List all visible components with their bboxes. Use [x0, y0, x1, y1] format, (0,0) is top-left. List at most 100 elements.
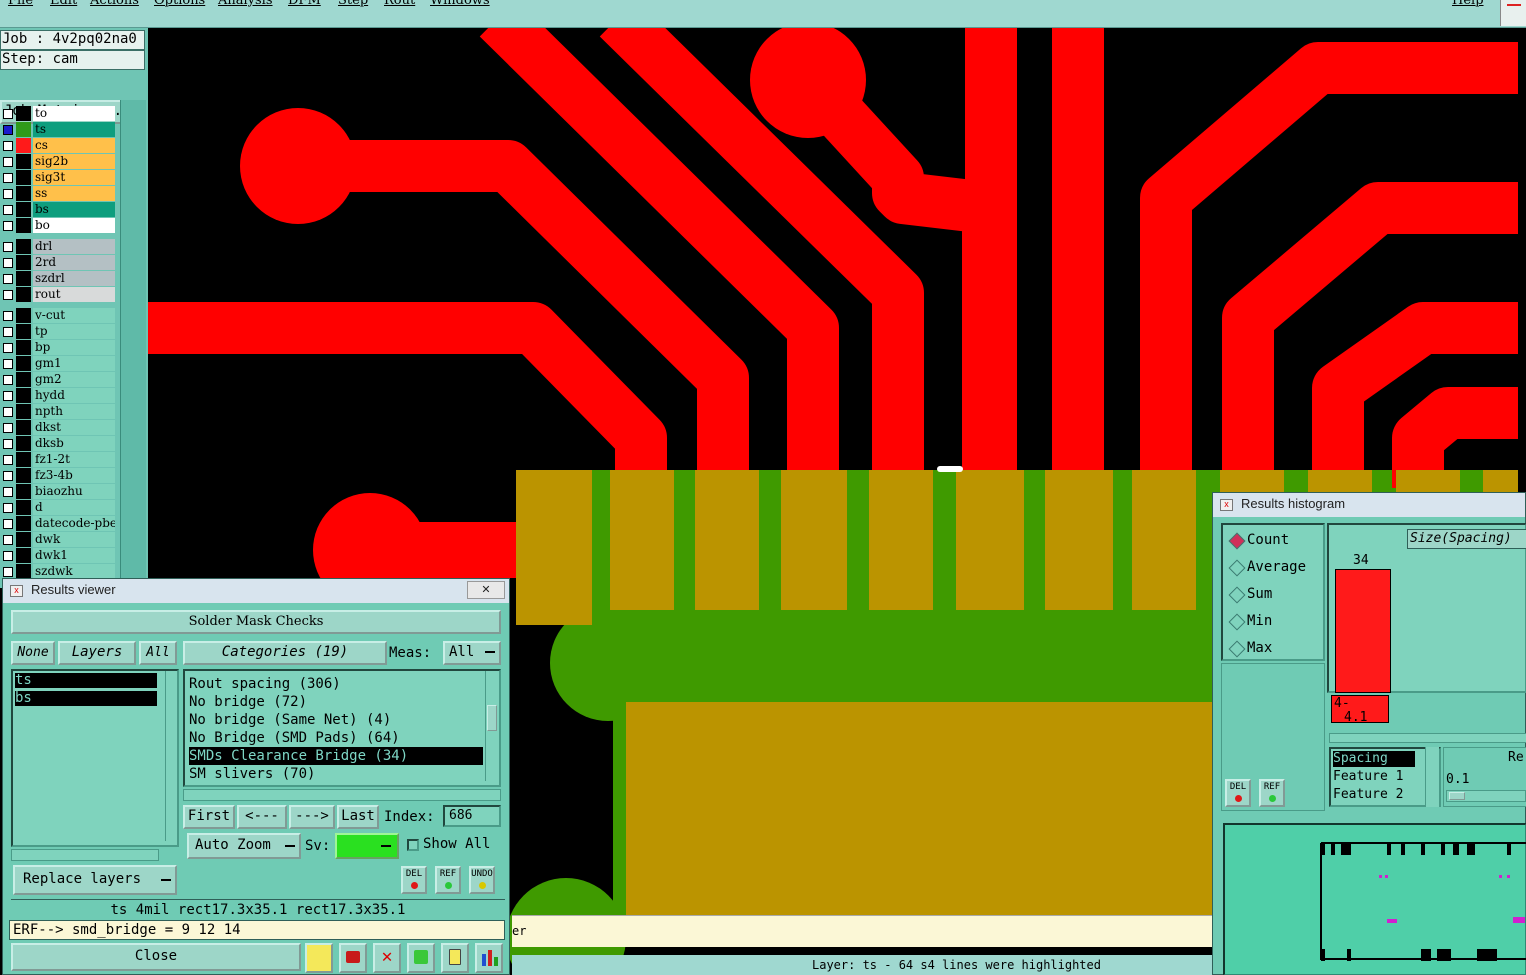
- value-slider[interactable]: [1446, 790, 1526, 802]
- layer-checkbox[interactable]: [3, 189, 13, 199]
- aggregate-option-sum[interactable]: Sum: [1223, 585, 1323, 605]
- layer-scrollbar[interactable]: [120, 100, 146, 585]
- layer-row[interactable]: szdwk: [0, 564, 116, 579]
- menu-step[interactable]: Step: [338, 0, 368, 8]
- layer-row[interactable]: rout: [0, 287, 116, 302]
- replace-layers-dropdown[interactable]: Replace layers: [13, 865, 177, 895]
- layer-checkbox[interactable]: [3, 258, 13, 268]
- tool-icon-2[interactable]: [339, 943, 367, 973]
- category-item[interactable]: No bridge (Same Net) (4): [189, 711, 483, 729]
- category-h-scrollbar[interactable]: [183, 789, 501, 801]
- layer-row[interactable]: hydd: [0, 388, 116, 403]
- layer-row[interactable]: ts: [0, 122, 116, 137]
- none-button[interactable]: None: [11, 641, 55, 665]
- aggregate-option-count[interactable]: Count: [1223, 531, 1323, 551]
- layer-row[interactable]: cs: [0, 138, 116, 153]
- layer-row[interactable]: bp: [0, 340, 116, 355]
- category-item[interactable]: No bridge (72): [189, 693, 483, 711]
- layer-row[interactable]: to: [0, 106, 116, 121]
- layer-checkbox[interactable]: [3, 327, 13, 337]
- layer-checkbox[interactable]: [3, 471, 13, 481]
- layer-row[interactable]: dwk: [0, 532, 116, 547]
- undo-button[interactable]: UNDO: [469, 866, 495, 894]
- layer-checkbox[interactable]: [3, 439, 13, 449]
- layer-checkbox[interactable]: [3, 125, 13, 135]
- next-button[interactable]: --->: [289, 805, 335, 829]
- toolbar-icon[interactable]: [1500, 0, 1526, 26]
- layer-checkbox[interactable]: [3, 359, 13, 369]
- hist-del-button[interactable]: DEL: [1225, 779, 1251, 807]
- layer-checkbox[interactable]: [3, 109, 13, 119]
- list-item[interactable]: bs: [15, 691, 157, 706]
- layers-button[interactable]: Layers: [58, 641, 136, 665]
- list-item[interactable]: ts: [15, 673, 157, 688]
- layer-checkbox[interactable]: [3, 455, 13, 465]
- menu-edit[interactable]: Edit: [50, 0, 77, 8]
- layer-checkbox[interactable]: [3, 173, 13, 183]
- hist-ref-button[interactable]: REF: [1259, 779, 1285, 807]
- aggregate-option-average[interactable]: Average: [1223, 558, 1323, 578]
- layer-row[interactable]: bs: [0, 202, 116, 217]
- last-button[interactable]: Last: [337, 805, 379, 829]
- layer-row[interactable]: bo: [0, 218, 116, 233]
- layer-checkbox[interactable]: [3, 274, 13, 284]
- list-item[interactable]: Feature 1: [1333, 769, 1403, 784]
- layer-row[interactable]: npth: [0, 404, 116, 419]
- results-viewer-titlebar[interactable]: x Results viewer ✕: [3, 579, 509, 603]
- tool-icon-1[interactable]: [305, 943, 333, 973]
- hist-h-scrollbar[interactable]: [1329, 733, 1526, 743]
- layer-row[interactable]: fz1-2t: [0, 452, 116, 467]
- menu-analysis[interactable]: Analysis: [218, 0, 273, 8]
- category-scrollbar[interactable]: [485, 671, 499, 781]
- layer-row[interactable]: 2rd: [0, 255, 116, 270]
- chart-icon[interactable]: [475, 943, 503, 973]
- index-input[interactable]: 686: [443, 805, 501, 827]
- all-button[interactable]: All: [139, 641, 177, 665]
- layer-row[interactable]: dksb: [0, 436, 116, 451]
- layer-checkbox[interactable]: [3, 205, 13, 215]
- layer-checkbox[interactable]: [3, 311, 13, 321]
- sv-color-dropdown[interactable]: [335, 833, 399, 859]
- layer-row[interactable]: szdrl: [0, 271, 116, 286]
- attr-scrollbar[interactable]: [1425, 747, 1439, 807]
- category-item[interactable]: No Bridge (SMD Pads) (64): [189, 729, 483, 747]
- layer-row[interactable]: dwk1: [0, 548, 116, 563]
- layer-row[interactable]: ss: [0, 186, 116, 201]
- layer-row[interactable]: gm1: [0, 356, 116, 371]
- layer-row[interactable]: v-cut: [0, 308, 116, 323]
- histogram-titlebar[interactable]: x Results histogram: [1213, 493, 1525, 517]
- categories-button[interactable]: Categories (19): [183, 641, 387, 665]
- tool-icon-4[interactable]: [407, 943, 435, 973]
- tool-icon-3[interactable]: ✕: [373, 943, 401, 973]
- layer-row[interactable]: d: [0, 500, 116, 515]
- category-item[interactable]: SM slivers (70): [189, 765, 483, 783]
- layer-row[interactable]: datecode-pbe: [0, 516, 116, 531]
- h-scrollbar[interactable]: [11, 849, 159, 861]
- layer-row[interactable]: dkst: [0, 420, 116, 435]
- auto-zoom-dropdown[interactable]: Auto Zoom: [187, 833, 301, 859]
- layer-row[interactable]: sig2b: [0, 154, 116, 169]
- list-item[interactable]: Spacing: [1333, 751, 1415, 767]
- menu-help[interactable]: Help: [1452, 0, 1484, 8]
- menu-dfm[interactable]: DFM: [288, 0, 321, 8]
- layer-checkbox[interactable]: [3, 519, 13, 529]
- category-item[interactable]: SMDs Clearance Bridge (34): [189, 747, 483, 765]
- prev-button[interactable]: <---: [237, 805, 287, 829]
- ref-button[interactable]: REF: [435, 866, 461, 894]
- aggregate-option-max[interactable]: Max: [1223, 639, 1323, 659]
- layer-checkbox[interactable]: [3, 141, 13, 151]
- histogram-bar[interactable]: [1335, 569, 1391, 693]
- layer-checkbox[interactable]: [3, 407, 13, 417]
- layer-checkbox[interactable]: [3, 157, 13, 167]
- layer-checkbox[interactable]: [3, 221, 13, 231]
- layer-checkbox[interactable]: [3, 242, 13, 252]
- layer-row[interactable]: drl: [0, 239, 116, 254]
- layer-checkbox[interactable]: [3, 343, 13, 353]
- menu-rout[interactable]: Rout: [384, 0, 415, 8]
- show-all-checkbox[interactable]: [407, 839, 419, 851]
- menu-file[interactable]: File: [8, 0, 33, 8]
- tool-icon-5[interactable]: [441, 943, 469, 973]
- menu-windows[interactable]: Windows: [430, 0, 490, 8]
- layer-checkbox[interactable]: [3, 503, 13, 513]
- close-button[interactable]: Close: [11, 943, 301, 971]
